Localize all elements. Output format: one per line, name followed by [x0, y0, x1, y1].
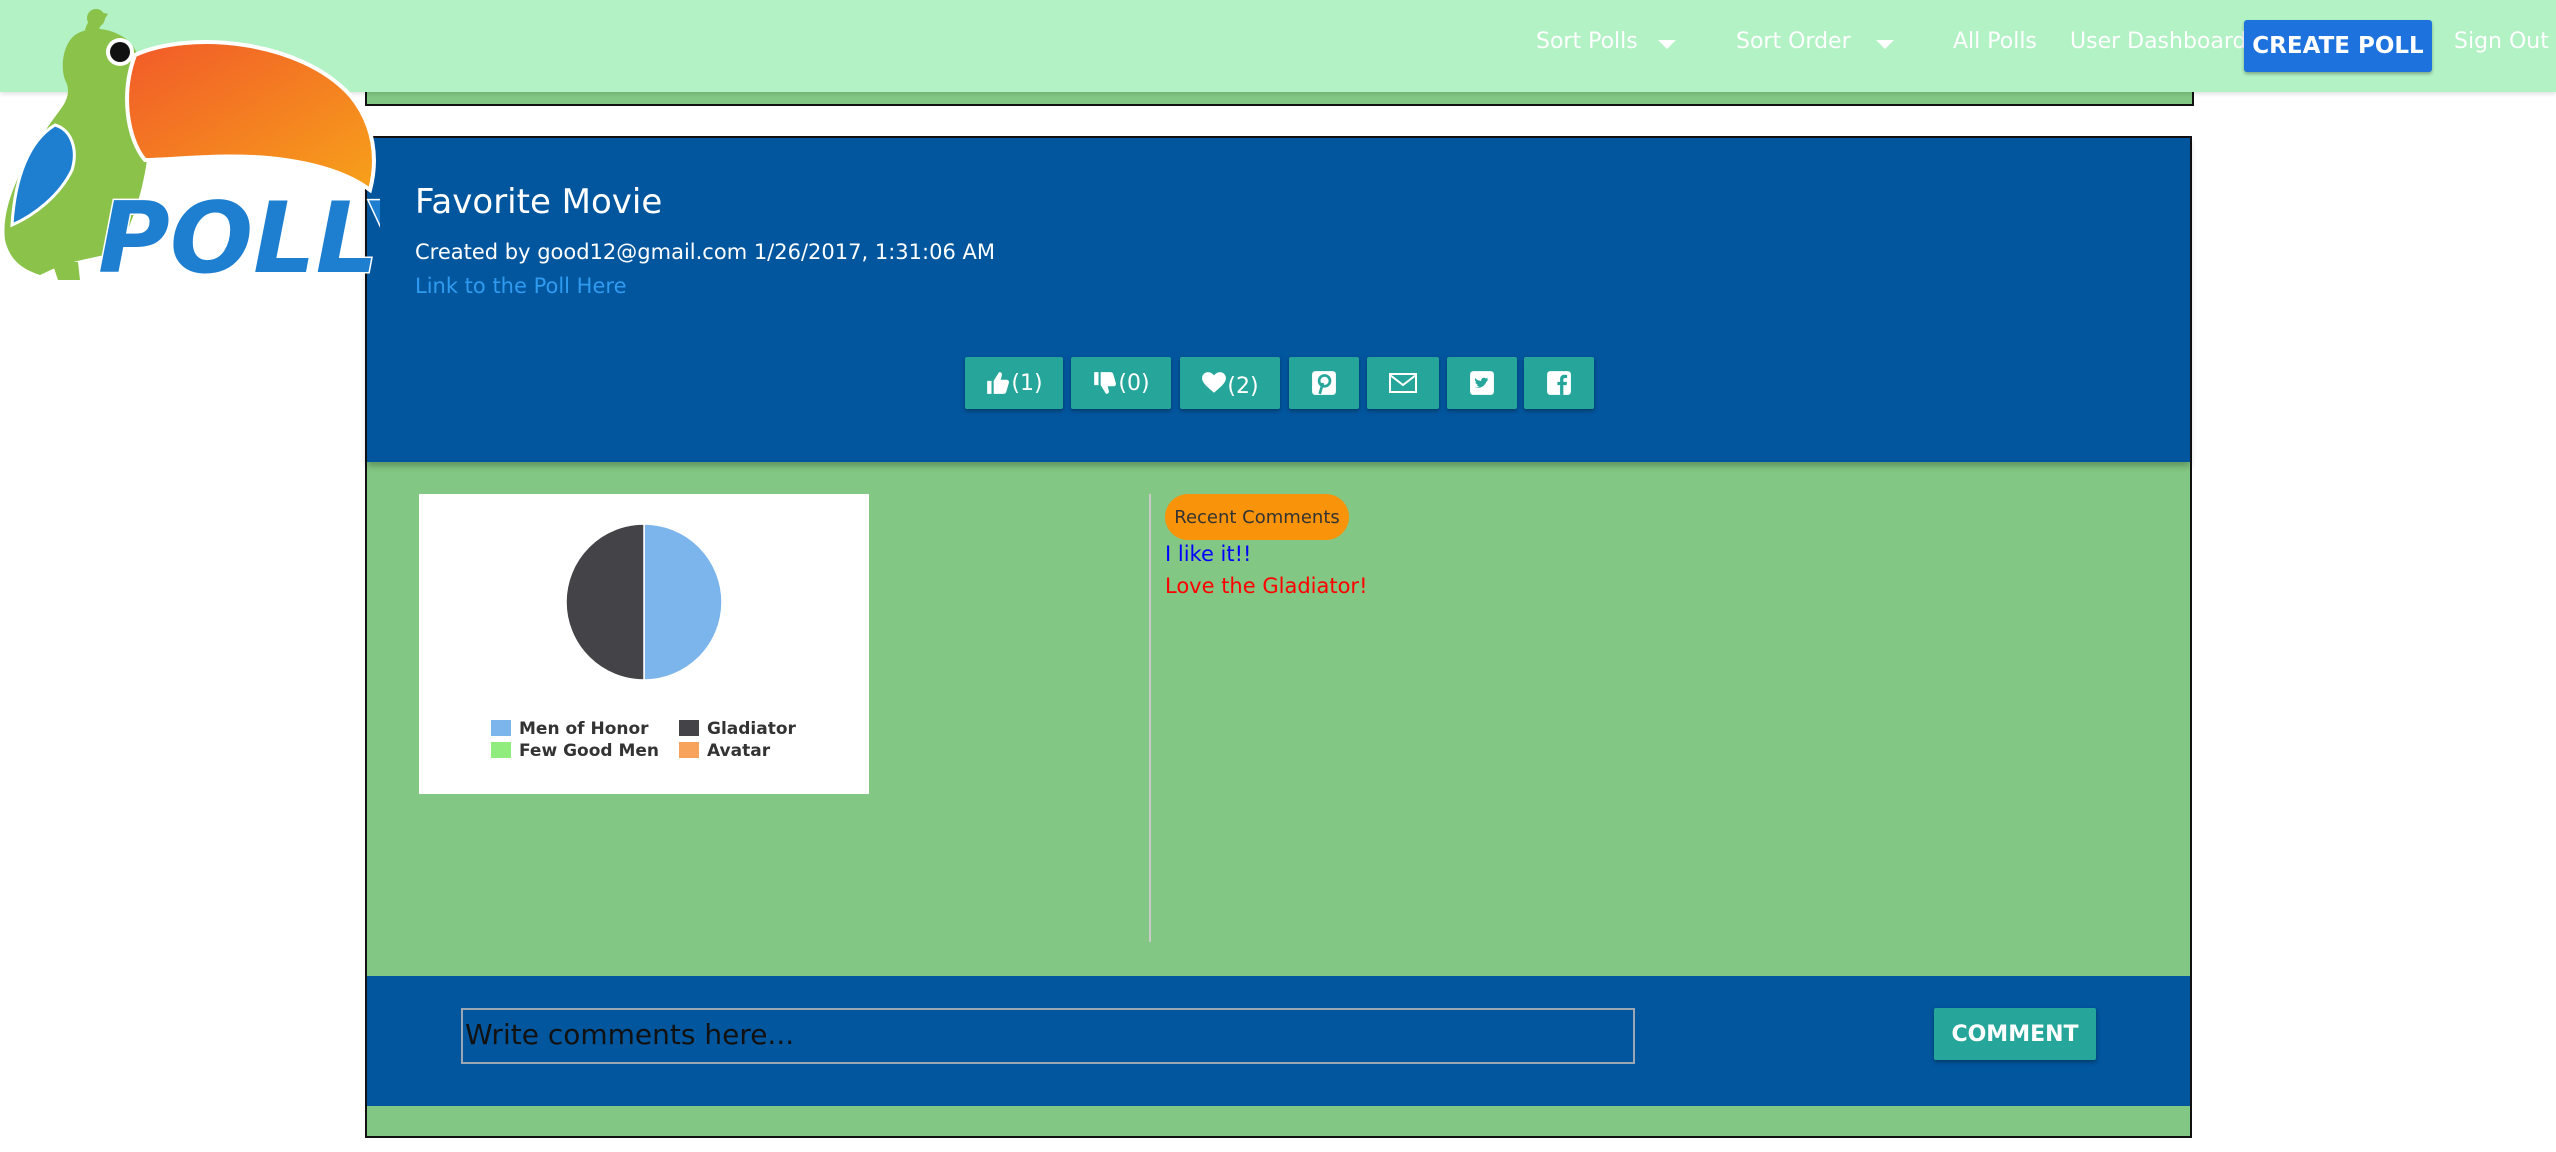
poll-link[interactable]: Link to the Poll Here	[415, 274, 627, 298]
logo-text: POLLY	[98, 182, 380, 290]
legend-label[interactable]: Avatar	[707, 741, 771, 761]
twitter-share-button[interactable]	[1447, 357, 1517, 409]
all-polls-link[interactable]: All Polls	[1953, 29, 2037, 54]
envelope-icon	[1389, 373, 1417, 393]
sort-polls-caret-icon[interactable]	[1658, 40, 1676, 49]
twitter-icon	[1470, 371, 1494, 395]
top-navbar: Sort Polls Sort Order All Polls User Das…	[0, 0, 2556, 92]
dislike-count: (0)	[1118, 370, 1150, 396]
legend-swatch	[679, 742, 699, 758]
polly-logo[interactable]: POLLY	[0, 0, 380, 290]
sort-polls-dropdown[interactable]: Sort Polls	[1536, 29, 1638, 54]
sort-order-caret-icon[interactable]	[1876, 40, 1894, 49]
heart-icon	[1202, 372, 1227, 393]
sort-order-dropdown[interactable]: Sort Order	[1736, 29, 1851, 54]
facebook-icon	[1547, 371, 1571, 395]
comment-item: Love the Gladiator!	[1165, 574, 1368, 598]
previous-poll-card-edge	[365, 92, 2194, 106]
legend-label[interactable]: Men of Honor	[519, 719, 649, 739]
poll-header: Favorite Movie Created by good12@gmail.c…	[367, 138, 2190, 462]
legend-swatch	[491, 742, 511, 758]
comment-submit-button[interactable]: COMMENT	[1934, 1008, 2096, 1060]
comment-input[interactable]	[461, 1008, 1635, 1064]
poll-card: Favorite Movie Created by good12@gmail.c…	[365, 136, 2192, 1138]
favorite-count: (2)	[1227, 373, 1259, 399]
poll-created-info: Created by good12@gmail.com 1/26/2017, 1…	[415, 240, 995, 264]
favorite-button[interactable]: (2)	[1180, 357, 1280, 409]
legend-label[interactable]: Gladiator	[707, 719, 797, 739]
facebook-share-button[interactable]	[1524, 357, 1594, 409]
pinterest-share-button[interactable]	[1289, 357, 1359, 409]
create-poll-button[interactable]: CREATE POLL	[2244, 20, 2432, 72]
pinterest-icon	[1312, 371, 1336, 395]
content-divider	[1149, 494, 1151, 942]
pie-chart: Men of Honor Gladiator Few Good Men Avatar	[491, 523, 797, 761]
dislike-button[interactable]: (0)	[1071, 357, 1171, 409]
legend-swatch	[491, 720, 511, 736]
comment-item: I like it!!	[1165, 542, 1252, 566]
recent-comments-badge: Recent Comments	[1165, 494, 1349, 540]
thumbs-up-icon	[987, 372, 1010, 394]
like-button[interactable]: (1)	[965, 357, 1063, 409]
comment-form: COMMENT	[367, 976, 2190, 1106]
email-share-button[interactable]	[1367, 357, 1439, 409]
legend-label[interactable]: Few Good Men	[519, 741, 659, 761]
legend-swatch	[679, 720, 699, 736]
poll-title: Favorite Movie	[415, 182, 663, 222]
like-count: (1)	[1011, 370, 1043, 396]
sign-out-link[interactable]: Sign Out	[2454, 29, 2549, 54]
thumbs-down-icon	[1094, 372, 1117, 394]
user-dashboard-link[interactable]: User Dashboard	[2070, 29, 2247, 54]
pie-slice-gladiator[interactable]	[565, 523, 645, 681]
pie-slice-men-of-honor[interactable]	[643, 523, 723, 681]
results-chart: Men of Honor Gladiator Few Good Men Avatar	[419, 494, 869, 794]
